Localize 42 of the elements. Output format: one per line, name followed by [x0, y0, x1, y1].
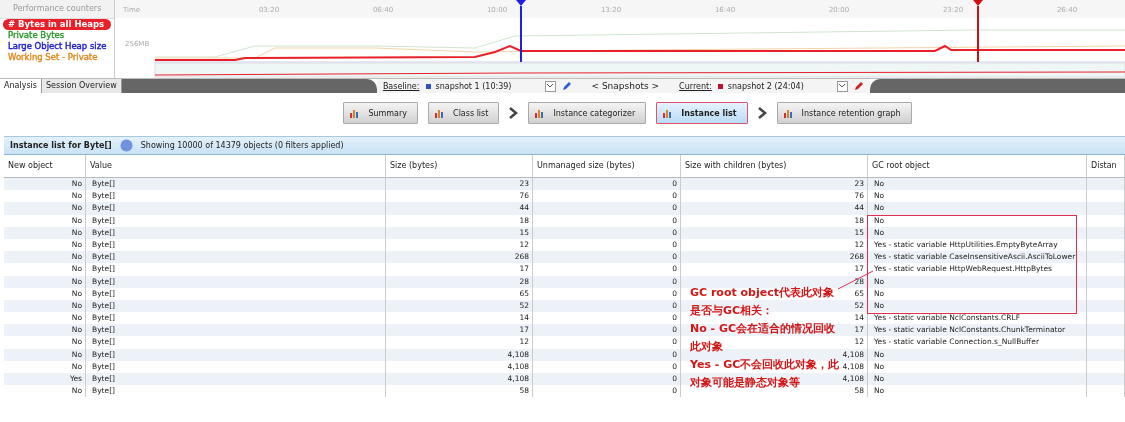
counter-item[interactable]: # Bytes in all Heaps: [3, 19, 112, 30]
counter-item[interactable]: Private Bytes: [3, 30, 112, 41]
snapshots-nav[interactable]: < Snapshots >: [577, 81, 674, 91]
column-header[interactable]: Size with children (bytes): [681, 155, 868, 178]
status-text: Showing 10000 of 14379 objects (0 filters applied): [140, 141, 344, 150]
column-header[interactable]: Size (bytes): [386, 155, 533, 178]
bar-chart-icon: [782, 107, 794, 119]
table-cell: [1087, 251, 1125, 264]
table-cell: [1087, 324, 1125, 337]
tab[interactable]: Session Overview: [41, 79, 122, 93]
pencil-icon[interactable]: [853, 81, 864, 91]
column-header[interactable]: Unmanaged size (bytes): [533, 155, 681, 178]
baseline-marker[interactable]: [516, 0, 527, 63]
bar-chart-icon: [534, 107, 546, 119]
status-dot-icon: [119, 139, 133, 152]
bar-chart-icon: [662, 107, 674, 119]
view-button[interactable]: Instance list: [656, 102, 748, 124]
leader-line: [838, 270, 874, 290]
column-header[interactable]: Value: [86, 155, 386, 178]
view-button[interactable]: Instance retention graph: [776, 102, 912, 124]
baseline-label: Baseline:: [382, 81, 420, 91]
caret-icon[interactable]: [836, 80, 848, 92]
current-label: Current:: [679, 81, 712, 91]
view-button[interactable]: Summary: [343, 102, 419, 124]
list-title: Instance list for Byte[]: [10, 141, 112, 150]
current-marker[interactable]: [973, 0, 984, 63]
bar-chart-icon: [434, 107, 446, 119]
bar-chart-icon: [349, 107, 361, 119]
caret-icon[interactable]: [544, 80, 556, 92]
view-button[interactable]: Instance categorizer: [528, 102, 647, 124]
pencil-icon[interactable]: [561, 81, 572, 91]
table-cell: [1087, 202, 1125, 215]
counter-item[interactable]: Large Object Heap size: [3, 41, 112, 52]
view-button[interactable]: Class list: [428, 102, 500, 124]
table-cell: [1087, 178, 1125, 191]
current-select[interactable]: snapshot 2 (24:04): [717, 81, 804, 91]
table-cell: [1087, 373, 1125, 386]
column-header[interactable]: Distan: [1087, 155, 1125, 178]
column-header[interactable]: New object: [4, 155, 86, 178]
column-header[interactable]: GC root object: [868, 155, 1087, 178]
panel-title: Performance counters: [0, 0, 115, 19]
baseline-select[interactable]: snapshot 1 (10:39): [425, 81, 512, 91]
